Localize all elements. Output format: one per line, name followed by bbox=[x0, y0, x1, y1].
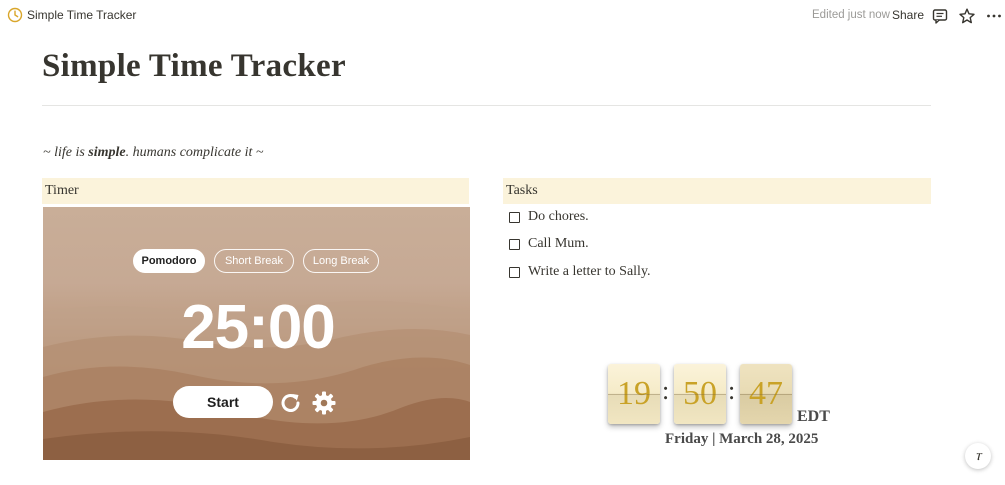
task-checkbox[interactable] bbox=[509, 212, 520, 223]
clock-seconds: 47 bbox=[740, 364, 792, 424]
more-icon[interactable] bbox=[985, 7, 1003, 25]
comment-icon[interactable] bbox=[931, 7, 949, 25]
clock-separator: : bbox=[662, 376, 670, 405]
task-label[interactable]: Write a letter to Sally. bbox=[528, 264, 651, 280]
mode-pomodoro-button[interactable]: Pomodoro bbox=[133, 249, 205, 273]
divider bbox=[42, 105, 931, 106]
clock-timezone: EDT bbox=[797, 408, 830, 425]
quote-suffix: . humans complicate it ~ bbox=[125, 145, 264, 160]
timer-display: 25:00 bbox=[181, 293, 336, 362]
reset-icon[interactable] bbox=[278, 390, 304, 416]
task-checkbox[interactable] bbox=[509, 239, 520, 250]
quote-prefix: ~ life is bbox=[43, 145, 89, 160]
page-title[interactable]: Simple Time Tracker bbox=[42, 48, 346, 85]
task-checkbox[interactable] bbox=[509, 267, 520, 278]
breadcrumb-page-title[interactable]: Simple Time Tracker bbox=[27, 8, 136, 22]
clock-minutes: 50 bbox=[674, 364, 726, 424]
timer-header[interactable]: Timer bbox=[42, 178, 469, 204]
star-icon[interactable] bbox=[958, 7, 976, 25]
tasks-header[interactable]: Tasks bbox=[503, 178, 931, 204]
quote-text[interactable]: ~ life is simple. humans complicate it ~ bbox=[43, 145, 263, 161]
clock-hours: 19 bbox=[608, 364, 660, 424]
top-bar: Simple Time Tracker Edited just now Shar… bbox=[0, 0, 1005, 32]
mode-long-break-button[interactable]: Long Break bbox=[303, 249, 379, 273]
share-button[interactable]: Share bbox=[892, 8, 924, 22]
edited-status: Edited just now bbox=[812, 9, 890, 21]
clock-separator: : bbox=[728, 376, 736, 405]
help-icon[interactable]: ⲧ bbox=[965, 443, 991, 469]
task-label[interactable]: Call Mum. bbox=[528, 236, 589, 252]
task-label[interactable]: Do chores. bbox=[528, 209, 589, 225]
clock-icon[interactable] bbox=[7, 7, 23, 23]
start-button[interactable]: Start bbox=[173, 386, 273, 418]
quote-bold: simple bbox=[88, 145, 126, 160]
settings-icon[interactable] bbox=[311, 390, 337, 416]
clock-date: Friday | March 28, 2025 bbox=[665, 431, 819, 447]
mode-short-break-button[interactable]: Short Break bbox=[214, 249, 294, 273]
